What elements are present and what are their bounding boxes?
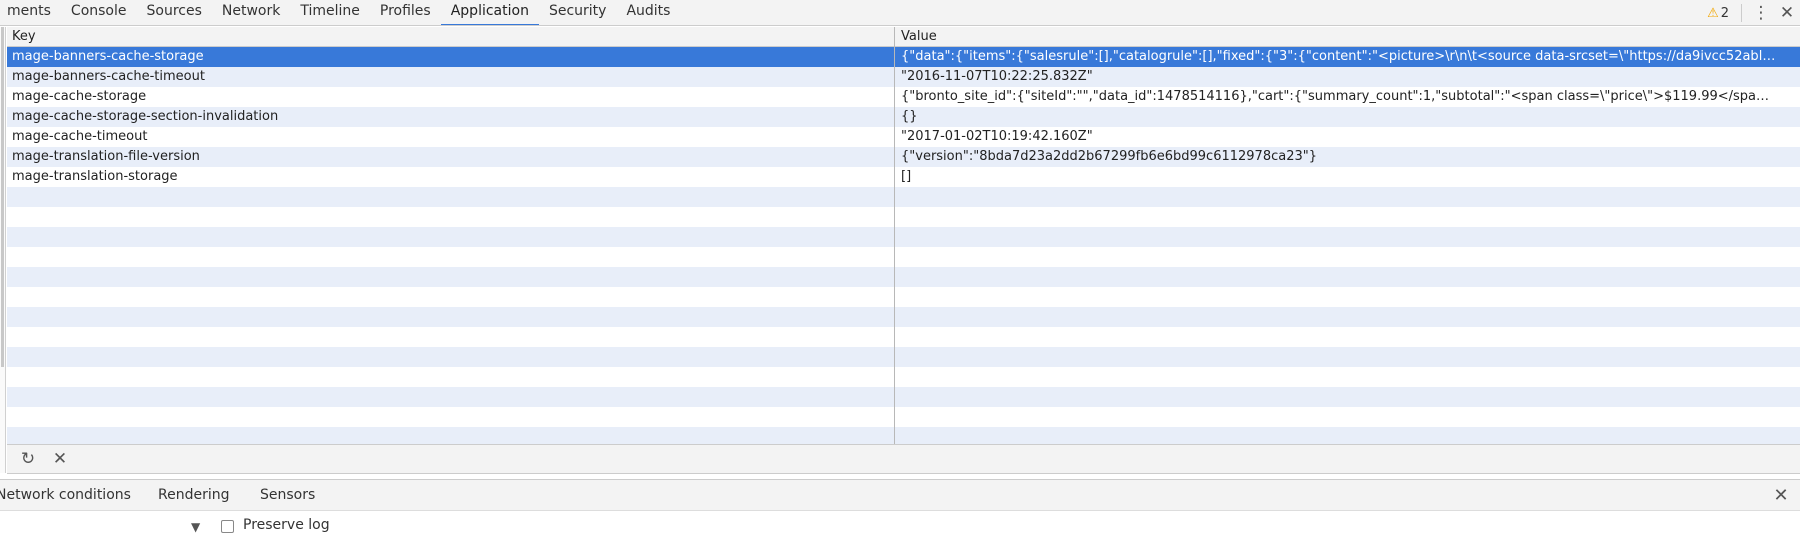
preserve-log-label[interactable]: Preserve log [243, 517, 330, 533]
sidebar-scrollbar[interactable] [0, 27, 6, 473]
tab-security[interactable]: Security [539, 0, 617, 25]
table-header: Key Value [7, 27, 1800, 47]
drawer-tab-network-conditions[interactable]: Network conditions [0, 480, 131, 510]
storage-toolbar: ↻ ✕ [7, 444, 1800, 474]
warning-icon: ⚠ [1707, 5, 1719, 21]
value-cell[interactable]: "2016-11-07T10:22:25.832Z" [896, 67, 1776, 87]
refresh-icon[interactable]: ↻ [16, 448, 40, 470]
tab-sources[interactable]: Sources [137, 0, 212, 25]
drawer-tabbar: Network conditions Rendering Sensors ✕ [0, 479, 1800, 511]
close-icon[interactable]: ✕ [1774, 0, 1800, 25]
devtools-tabbar: ments Console Sources Network Timeline P… [0, 0, 1800, 26]
tab-console[interactable]: Console [61, 0, 137, 25]
table-row[interactable]: mage-banners-cache-timeout "2016-11-07T10… [7, 67, 1800, 87]
table-row[interactable]: mage-cache-storage {"bronto_site_id":{"si… [7, 87, 1800, 107]
filter-dropdown-triangle-icon[interactable]: ▼ [191, 520, 200, 534]
drawer-body: ▼ Preserve log [0, 511, 1800, 543]
empty-row [7, 287, 1800, 307]
drawer-close-icon[interactable]: ✕ [1770, 484, 1792, 506]
table-row[interactable]: mage-cache-timeout "2017-01-02T10:19:42.1… [7, 127, 1800, 147]
kebab-menu-icon[interactable]: ⋮ [1748, 0, 1774, 25]
empty-row [7, 247, 1800, 267]
value-cell[interactable]: [] [896, 167, 1776, 187]
tab-elements[interactable]: ments [0, 0, 61, 25]
empty-row [7, 187, 1800, 207]
key-cell[interactable]: mage-cache-timeout [7, 127, 895, 147]
tab-timeline[interactable]: Timeline [290, 0, 370, 25]
divider [1741, 4, 1742, 22]
clear-icon[interactable]: ✕ [48, 448, 72, 470]
table-row[interactable]: mage-banners-cache-storage {"data":{"item… [7, 47, 1800, 67]
empty-row [7, 387, 1800, 407]
key-cell[interactable]: mage-translation-file-version [7, 147, 895, 167]
tab-audits[interactable]: Audits [616, 0, 680, 25]
value-cell[interactable]: {"bronto_site_id":{"siteId":"","data_id"… [896, 87, 1776, 107]
key-cell[interactable]: mage-banners-cache-storage [7, 47, 895, 67]
table-row[interactable]: mage-translation-file-version {"version":… [7, 147, 1800, 167]
table-body: mage-banners-cache-storage {"data":{"item… [7, 47, 1800, 444]
key-cell[interactable]: mage-banners-cache-timeout [7, 67, 895, 87]
table-row[interactable]: mage-translation-storage[] [7, 167, 1800, 187]
tabbar-right-controls: ⚠ 2 ⋮ ✕ [1707, 0, 1800, 25]
empty-row [7, 227, 1800, 247]
value-cell[interactable]: {"version":"8bda7d23a2dd2b67299fb6e6bd99… [896, 147, 1776, 167]
column-header-value[interactable]: Value [896, 27, 937, 46]
preserve-log-checkbox[interactable] [221, 520, 234, 533]
table-row[interactable]: mage-cache-storage-section-invalidation{… [7, 107, 1800, 127]
column-divider[interactable] [894, 27, 895, 444]
empty-row [7, 427, 1800, 444]
tab-network[interactable]: Network [212, 0, 290, 25]
empty-row [7, 367, 1800, 387]
empty-row [7, 207, 1800, 227]
empty-row [7, 267, 1800, 287]
warnings-count: 2 [1720, 5, 1729, 21]
key-cell[interactable]: mage-cache-storage-section-invalidation [7, 107, 895, 127]
value-cell[interactable]: {} [896, 107, 1776, 127]
tab-profiles[interactable]: Profiles [370, 0, 441, 25]
value-cell[interactable]: {"data":{"items":{"salesrule":[],"catalo… [896, 47, 1776, 67]
key-cell[interactable]: mage-translation-storage [7, 167, 895, 187]
drawer-tab-sensors[interactable]: Sensors [260, 480, 315, 510]
warnings-counter[interactable]: ⚠ 2 [1707, 0, 1735, 25]
empty-row [7, 347, 1800, 367]
empty-row [7, 407, 1800, 427]
main-tabs: ments Console Sources Network Timeline P… [0, 0, 680, 25]
value-cell[interactable]: "2017-01-02T10:19:42.160Z" [896, 127, 1776, 147]
drawer-tab-rendering[interactable]: Rendering [158, 480, 230, 510]
empty-row [7, 307, 1800, 327]
empty-row [7, 327, 1800, 347]
key-cell[interactable]: mage-cache-storage [7, 87, 895, 107]
storage-table: Key Value mage-banners-cache-storage {"da… [7, 27, 1800, 444]
column-header-key[interactable]: Key [7, 27, 36, 46]
tab-application[interactable]: Application [440, 0, 539, 25]
scrollbar-thumb[interactable] [1, 27, 4, 367]
